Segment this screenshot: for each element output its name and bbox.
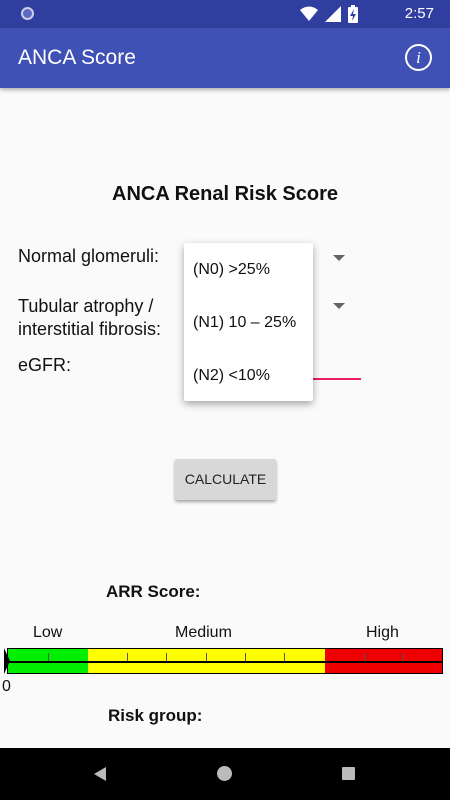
normal-glomeruli-dropdown: (N0) >25% (N1) 10 – 25% (N2) <10%: [184, 243, 313, 401]
battery-charging-icon: [348, 5, 358, 23]
scale-tick: [364, 653, 365, 661]
scale-tick: [284, 653, 285, 661]
scale-tick: [206, 653, 207, 661]
tubular-atrophy-label-line2: interstitial fibrosis:: [18, 319, 162, 339]
risk-scale-bar: [7, 648, 443, 674]
scale-tick: [48, 653, 49, 661]
dropdown-option-n0[interactable]: (N0) >25%: [193, 261, 270, 279]
back-icon[interactable]: [94, 767, 106, 781]
wifi-icon: [300, 6, 318, 21]
scale-tick: [127, 653, 128, 661]
notification-icon: [21, 7, 34, 20]
recent-apps-icon[interactable]: [342, 767, 355, 780]
egfr-input[interactable]: [312, 378, 361, 380]
normal-glomeruli-label: Normal glomeruli:: [18, 246, 160, 266]
scale-medium-label: Medium: [175, 624, 232, 641]
app-bar: ANCA Score i: [0, 28, 450, 88]
app-title: ANCA Score: [18, 46, 136, 69]
home-icon[interactable]: [217, 766, 232, 781]
tubular-atrophy-label-line1: Tubular atrophy /: [18, 296, 154, 316]
scale-tick: [403, 653, 404, 661]
calculate-button[interactable]: CALCULATE: [175, 459, 276, 500]
form-title: ANCA Renal Risk Score: [112, 183, 338, 205]
risk-group-label: Risk group:: [108, 706, 203, 725]
scale-pointer-icon: [4, 648, 10, 674]
arr-score-label: ARR Score:: [106, 582, 201, 601]
dropdown-option-n2[interactable]: (N2) <10%: [193, 367, 270, 385]
info-icon[interactable]: i: [405, 44, 432, 71]
status-bar: 2:57: [0, 0, 450, 28]
navigation-bar: [0, 748, 450, 800]
scale-line: [8, 661, 442, 663]
scale-low-label: Low: [33, 624, 63, 641]
scale-high-label: High: [366, 624, 399, 641]
dropdown-option-n1[interactable]: (N1) 10 – 25%: [193, 314, 296, 332]
tubular-atrophy-spinner-arrow-icon[interactable]: [333, 303, 345, 309]
status-time: 2:57: [404, 5, 434, 22]
scale-zero-label: 0: [2, 678, 11, 695]
egfr-label: eGFR:: [18, 355, 72, 375]
normal-glomeruli-spinner-arrow-icon[interactable]: [333, 255, 345, 261]
scale-tick: [245, 653, 246, 661]
scale-tick: [166, 653, 167, 661]
status-icons: [300, 5, 358, 23]
cell-signal-icon: [325, 6, 341, 22]
